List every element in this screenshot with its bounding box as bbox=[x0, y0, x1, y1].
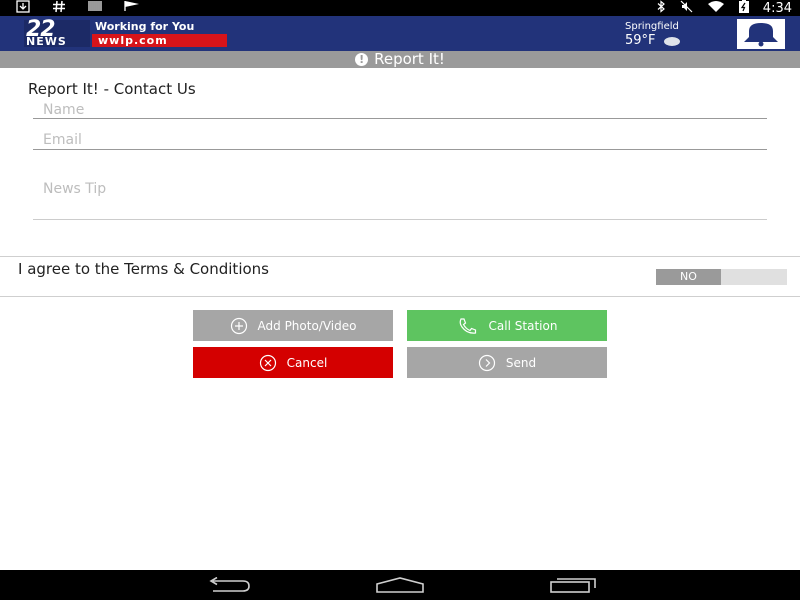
home-icon bbox=[376, 577, 424, 593]
toggle-knob: NO bbox=[656, 269, 721, 285]
back-icon bbox=[209, 577, 250, 592]
call-station-button[interactable]: Call Station bbox=[407, 310, 607, 341]
cancel-button[interactable]: Cancel bbox=[193, 347, 393, 378]
notification-icons bbox=[16, 0, 140, 16]
recents-icon bbox=[550, 578, 596, 593]
bluetooth-icon bbox=[656, 0, 666, 17]
wifi-icon bbox=[707, 0, 725, 17]
page-title-bar: ! Report It! bbox=[0, 51, 800, 68]
logo-news: NEWS bbox=[26, 35, 67, 48]
mute-icon bbox=[680, 0, 693, 17]
recents-button[interactable] bbox=[548, 575, 598, 595]
terms-label: I agree to the Terms & Conditions bbox=[18, 260, 269, 278]
hash-icon bbox=[52, 0, 66, 17]
form-heading: Report It! - Contact Us bbox=[28, 80, 196, 98]
chevron-right-circle-icon bbox=[478, 354, 495, 371]
divider bbox=[0, 296, 800, 297]
exclamation-icon: ! bbox=[355, 53, 369, 66]
navigation-bar bbox=[0, 570, 800, 600]
moon-icon bbox=[663, 36, 680, 46]
send-button[interactable]: Send bbox=[407, 347, 607, 378]
weather-widget[interactable]: Springfield 59°F bbox=[625, 21, 715, 49]
flag-icon bbox=[124, 0, 140, 16]
send-label: Send bbox=[505, 355, 537, 370]
x-circle-icon bbox=[259, 354, 276, 371]
call-station-label: Call Station bbox=[488, 318, 558, 333]
status-bar: 4:34 bbox=[0, 0, 800, 16]
home-button[interactable] bbox=[375, 575, 425, 595]
logo-tagline: Working for You bbox=[92, 20, 227, 34]
alerts-button[interactable] bbox=[737, 19, 785, 49]
phone-icon bbox=[459, 317, 476, 334]
news-tip-field[interactable] bbox=[33, 176, 767, 220]
barcode-icon bbox=[88, 0, 102, 16]
name-field[interactable] bbox=[33, 101, 767, 119]
logo-wordmark: Working for You wwlp.com bbox=[92, 20, 227, 47]
weather-city: Springfield bbox=[625, 21, 679, 32]
logo-site: wwlp.com bbox=[92, 34, 227, 47]
add-photo-video-label: Add Photo/Video bbox=[257, 318, 357, 333]
news-tip-container bbox=[33, 176, 767, 220]
download-icon bbox=[16, 0, 30, 17]
station-logo[interactable]: 22 NEWS bbox=[24, 17, 90, 48]
clock: 4:34 bbox=[762, 0, 792, 16]
system-icons: 4:34 bbox=[656, 0, 792, 16]
email-field[interactable] bbox=[33, 131, 767, 150]
bell-icon bbox=[744, 23, 778, 47]
plus-circle-icon bbox=[230, 317, 247, 334]
divider bbox=[0, 256, 800, 257]
back-button[interactable] bbox=[204, 575, 254, 595]
add-photo-video-button[interactable]: Add Photo/Video bbox=[193, 310, 393, 341]
terms-toggle[interactable]: NO bbox=[656, 269, 787, 285]
battery-icon bbox=[738, 0, 749, 17]
weather-temp: 59°F bbox=[625, 33, 656, 48]
cancel-label: Cancel bbox=[286, 355, 328, 370]
app-header: 22 NEWS Working for You wwlp.com Springf… bbox=[0, 16, 800, 51]
page-title: Report It! bbox=[374, 50, 445, 68]
